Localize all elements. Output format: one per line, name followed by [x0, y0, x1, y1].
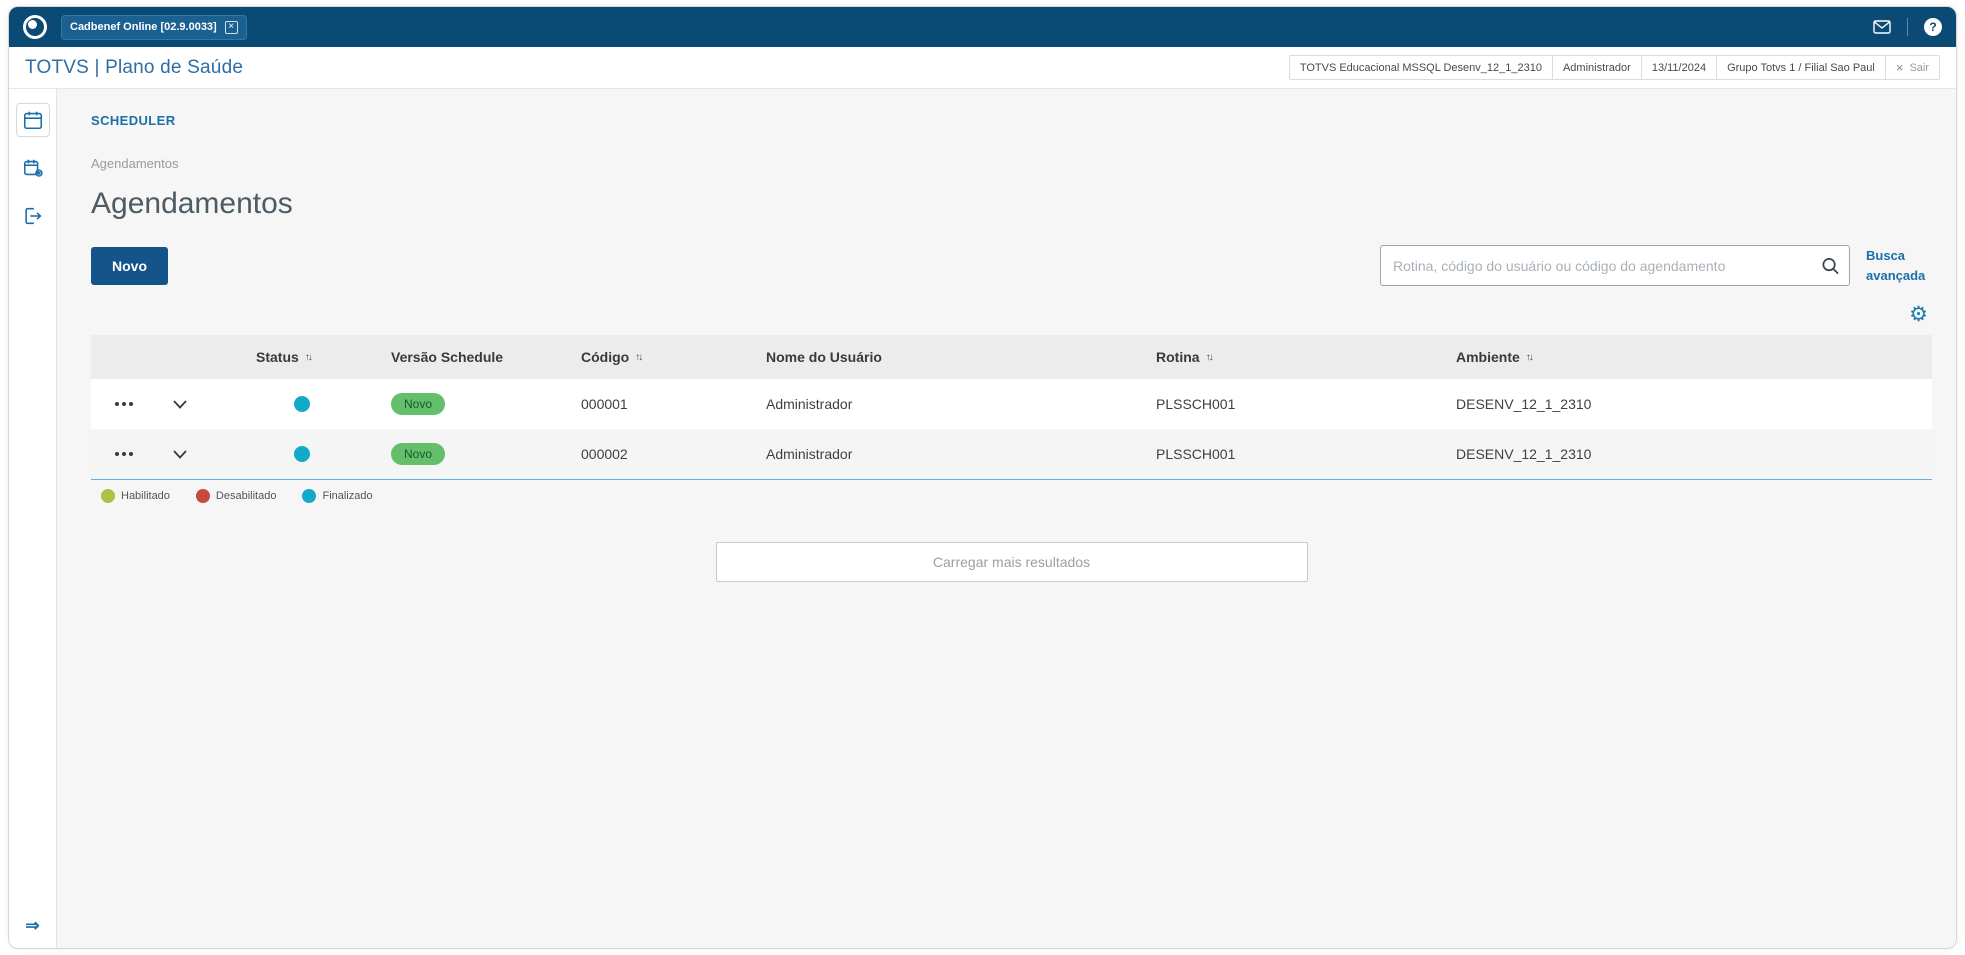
rotina-cell: PLSSCH001 — [1156, 446, 1236, 462]
tab-close-icon[interactable]: × — [224, 20, 238, 34]
topbar-actions: ? — [1873, 18, 1942, 36]
chevron-down-icon[interactable] — [173, 449, 187, 459]
logout-label: Sair — [1909, 61, 1929, 74]
toolbar-search-group: Busca avançada — [1380, 245, 1932, 286]
version-badge: Novo — [391, 443, 446, 465]
sort-icon[interactable]: ↑↓ — [305, 352, 313, 363]
column-header-status[interactable]: Status ↑↓ — [256, 349, 391, 365]
table-settings-row: ⚙ — [91, 304, 1932, 325]
user-info: Administrador — [1551, 56, 1641, 79]
top-bar: Cadbenef Online [02.9.0033] × ? — [9, 7, 1956, 47]
search-icon[interactable] — [1821, 256, 1840, 275]
sidebar-item-scheduler[interactable] — [16, 151, 50, 185]
session-info: TOTVS Educacional MSSQL Desenv_12_1_2310… — [1288, 55, 1940, 80]
version-badge: Novo — [391, 393, 446, 415]
date-info: 13/11/2024 — [1640, 56, 1716, 79]
sidebar-expand-button[interactable]: ⇒ — [9, 916, 56, 936]
ambiente-cell: DESENV_12_1_2310 — [1456, 446, 1592, 462]
sidebar-item-calendar[interactable] — [15, 103, 50, 137]
legend-dot-habilitado — [101, 489, 115, 503]
page-title: Agendamentos — [91, 187, 293, 220]
sidebar: ⇒ — [9, 89, 57, 948]
column-header-nome-usuario: Nome do Usuário — [766, 349, 882, 365]
close-icon: × — [1895, 60, 1904, 75]
schedules-table: Status ↑↓ Versão Schedule Código ↑↓ Nome… — [91, 335, 1932, 480]
topbar-divider — [1907, 18, 1908, 36]
branch-info[interactable]: Grupo Totvs 1 / Filial Sao Paul — [1716, 56, 1885, 79]
sidebar-expand-icon: ⇒ — [25, 916, 40, 935]
advanced-search-link[interactable]: Busca avançada — [1866, 246, 1932, 285]
search-input[interactable] — [1380, 245, 1850, 286]
legend-item-habilitado: Habilitado — [101, 489, 170, 503]
breadcrumb[interactable]: Agendamentos — [91, 156, 178, 171]
rotina-cell: PLSSCH001 — [1156, 396, 1236, 412]
table-row: Novo 000001 Administrador PLSSCH001 DESE… — [91, 379, 1932, 429]
ambiente-cell: DESENV_12_1_2310 — [1456, 396, 1592, 412]
totvs-logo-icon — [23, 15, 47, 39]
table-row: Novo 000002 Administrador PLSSCH001 DESE… — [91, 429, 1932, 479]
gear-icon[interactable]: ⚙ — [1909, 304, 1928, 325]
sort-icon[interactable]: ↑↓ — [635, 352, 643, 363]
app-tab-label: Cadbenef Online [02.9.0033] — [70, 21, 217, 33]
column-header-ambiente[interactable]: Ambiente ↑↓ — [1456, 349, 1932, 365]
chevron-down-icon[interactable] — [173, 399, 187, 409]
logout-button[interactable]: × Sair — [1884, 56, 1939, 79]
table-header-row: Status ↑↓ Versão Schedule Código ↑↓ Nome… — [91, 335, 1932, 379]
column-header-versao-schedule: Versão Schedule — [391, 349, 504, 365]
app-brand: TOTVS | Plano de Saúde — [25, 56, 244, 78]
load-more-button[interactable]: Carregar mais resultados — [715, 542, 1308, 582]
app-header: TOTVS | Plano de Saúde TOTVS Educacional… — [9, 47, 1956, 89]
status-legend: Habilitado Desabilitado Finalizado — [91, 480, 1932, 512]
status-dot — [294, 396, 310, 412]
toolbar: Novo Busca avançada — [91, 245, 1932, 286]
sidebar-item-exit[interactable] — [16, 199, 50, 233]
sort-icon[interactable]: ↑↓ — [1526, 352, 1534, 363]
usuario-cell: Administrador — [766, 446, 853, 462]
status-dot — [294, 446, 310, 462]
main-content: SCHEDULER Agendamentos Agendamentos Novo — [57, 89, 1956, 948]
legend-item-finalizado: Finalizado — [302, 489, 373, 503]
codigo-cell: 000002 — [581, 446, 628, 462]
mail-icon[interactable] — [1873, 20, 1891, 34]
column-header-rotina[interactable]: Rotina ↑↓ — [1156, 349, 1456, 365]
legend-item-desabilitado: Desabilitado — [195, 489, 276, 503]
row-actions-icon[interactable] — [113, 448, 135, 460]
new-button[interactable]: Novo — [91, 246, 168, 285]
section-title: SCHEDULER — [91, 113, 176, 128]
app-tab[interactable]: Cadbenef Online [02.9.0033] × — [61, 14, 247, 40]
row-actions-icon[interactable] — [113, 398, 135, 410]
usuario-cell: Administrador — [766, 396, 853, 412]
search-box — [1380, 245, 1850, 286]
column-header-codigo[interactable]: Código ↑↓ — [581, 349, 766, 365]
codigo-cell: 000001 — [581, 396, 628, 412]
legend-dot-desabilitado — [195, 489, 210, 503]
help-icon[interactable]: ? — [1924, 18, 1942, 36]
sort-icon[interactable]: ↑↓ — [1206, 352, 1214, 363]
content-area: ⇒ SCHEDULER Agendamentos Agendamentos No… — [9, 89, 1956, 948]
environment-info: TOTVS Educacional MSSQL Desenv_12_1_2310 — [1299, 61, 1542, 74]
legend-dot-finalizado — [302, 489, 317, 503]
app-window: Cadbenef Online [02.9.0033] × ? TOTVS | … — [8, 6, 1957, 949]
